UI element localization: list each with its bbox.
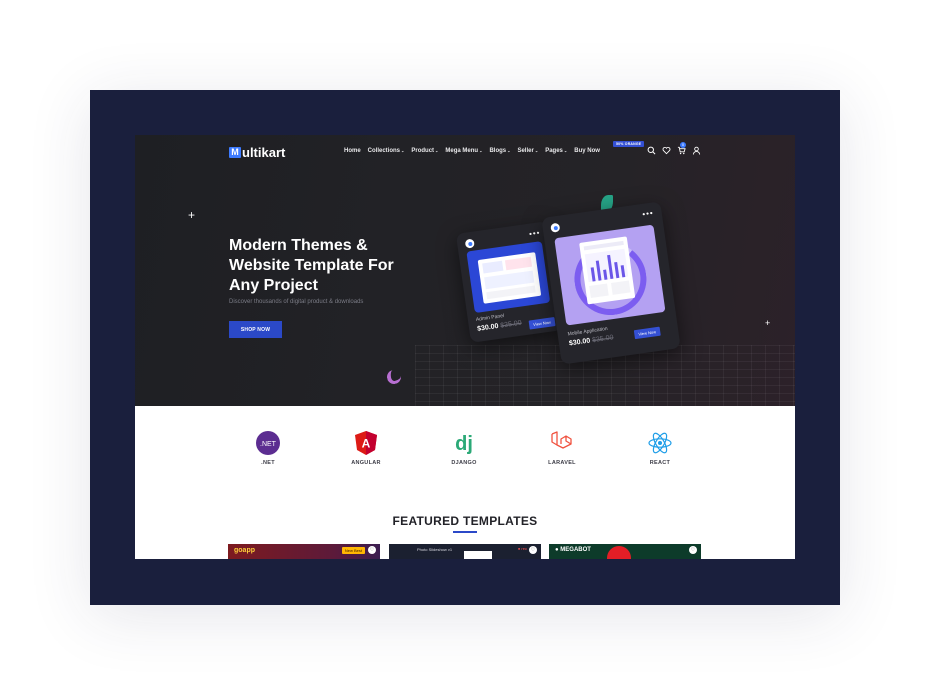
template-thumb-goapp[interactable]: goapp New Best ♡ (228, 544, 380, 559)
nav-item-buy-now[interactable]: Buy Now (574, 148, 600, 154)
phone-mockup (579, 236, 636, 305)
thumb-preview-block (464, 551, 492, 559)
angular-icon: A (353, 430, 379, 456)
template-thumb-megabot[interactable]: ● MEGABOT ♡ (549, 544, 701, 559)
product-old-price: $35.00 (591, 334, 614, 345)
thumb-text: Photo Slideshow v1 (417, 547, 453, 552)
laravel-icon (549, 430, 575, 456)
react-icon (647, 430, 673, 456)
buy-now-badge: 50% ORANGE (613, 141, 645, 147)
hero-subtitle: Discover thousands of digital product & … (229, 299, 364, 305)
featured-templates-heading: FEATURED TEMPLATES (392, 514, 538, 528)
tech-section: .NET .NET A ANGULAR dj DJANGO LARAVEL RE… (135, 406, 795, 559)
thumb-offer-circle (607, 546, 631, 559)
hero-title: Modern Themes & Website Template For Any… (229, 237, 394, 294)
sparkle-icon: + (188, 208, 196, 222)
nav-item-pages[interactable]: Pages⌄ (545, 148, 567, 154)
tech-label: REACT (649, 460, 671, 466)
tech-item-django[interactable]: dj DJANGO (434, 430, 494, 466)
nav-item-mega-menu[interactable]: Mega Menu⌄ (445, 148, 482, 154)
chevron-down-icon: ⌄ (507, 148, 511, 153)
tech-label: .NET (261, 460, 275, 466)
wishlist-heart-icon[interactable]: ♡ (529, 546, 537, 554)
thumb-logo: ● MEGABOT (555, 547, 591, 553)
nav-item-blogs[interactable]: Blogs⌄ (489, 148, 510, 154)
view-now-button[interactable]: View Now (633, 326, 661, 340)
website-screen: M ultikart Home Collections⌄ Product⌄ Me… (135, 135, 795, 559)
chevron-down-icon: ⌄ (435, 148, 439, 153)
nav-item-collections[interactable]: Collections⌄ (368, 148, 405, 154)
django-icon: dj (451, 430, 477, 456)
view-now-button[interactable]: View Now (528, 317, 556, 330)
product-preview-image (466, 241, 551, 314)
thumb-tag: New Best (341, 547, 365, 554)
more-options-icon[interactable]: ••• (642, 208, 655, 218)
more-options-icon[interactable]: ••• (529, 228, 542, 238)
product-badge-icon (550, 222, 561, 233)
dashboard-mockup (477, 252, 542, 304)
thumb-rec-indicator: ● rec (517, 546, 527, 551)
sparkle-icon: + (765, 318, 771, 328)
chevron-down-icon: ⌄ (563, 148, 568, 153)
product-old-price: $35.00 (499, 319, 523, 330)
crescent-decoration (385, 368, 403, 386)
search-icon[interactable] (647, 146, 656, 155)
heading-underline (453, 531, 477, 533)
chevron-down-icon: ⌄ (479, 148, 483, 153)
header-icons (647, 146, 701, 155)
hero-section: M ultikart Home Collections⌄ Product⌄ Me… (135, 135, 795, 406)
dotnet-glyph: .NET (260, 441, 277, 448)
tech-item-dotnet[interactable]: .NET .NET (238, 430, 298, 466)
tech-label: DJANGO (451, 460, 477, 466)
cart-count-badge: 0 (680, 142, 686, 148)
tech-item-react[interactable]: REACT (630, 430, 690, 466)
product-preview-image (554, 224, 666, 326)
thumb-logo: goapp (234, 547, 255, 554)
nav-item-product[interactable]: Product⌄ (411, 148, 438, 154)
site-logo[interactable]: M ultikart (229, 145, 285, 160)
user-icon[interactable] (692, 146, 701, 155)
heart-icon[interactable] (662, 146, 671, 155)
main-nav: Home Collections⌄ Product⌄ Mega Menu⌄ Bl… (344, 148, 600, 154)
shop-now-button[interactable]: SHOP NOW (229, 321, 282, 338)
chevron-down-icon: ⌄ (534, 148, 539, 153)
angular-glyph: A (362, 437, 371, 451)
django-glyph: dj (455, 433, 473, 455)
canvas: M ultikart Home Collections⌄ Product⌄ Me… (0, 0, 930, 695)
tech-item-laravel[interactable]: LARAVEL (532, 430, 592, 466)
product-badge-icon (464, 238, 475, 249)
tech-label: LARAVEL (548, 460, 576, 466)
nav-item-seller[interactable]: Seller⌄ (517, 148, 538, 154)
nav-item-home[interactable]: Home (344, 148, 361, 154)
browser-frame: M ultikart Home Collections⌄ Product⌄ Me… (90, 90, 840, 605)
product-name: Admin Panel (475, 313, 505, 323)
dotnet-icon: .NET (255, 430, 281, 456)
logo-text: ultikart (242, 145, 286, 160)
template-thumb-slideshow[interactable]: Photo Slideshow v1 ● rec ♡ (389, 544, 541, 559)
logo-mark: M (229, 147, 241, 158)
tech-item-angular[interactable]: A ANGULAR (336, 430, 396, 466)
tech-label: ANGULAR (351, 460, 381, 466)
wishlist-heart-icon[interactable]: ♡ (368, 546, 376, 554)
product-card-mobile[interactable]: ••• Mobile Application $30.00$35.00 View… (541, 201, 681, 365)
chevron-down-icon: ⌄ (401, 148, 405, 153)
wishlist-heart-icon[interactable]: ♡ (689, 546, 697, 554)
